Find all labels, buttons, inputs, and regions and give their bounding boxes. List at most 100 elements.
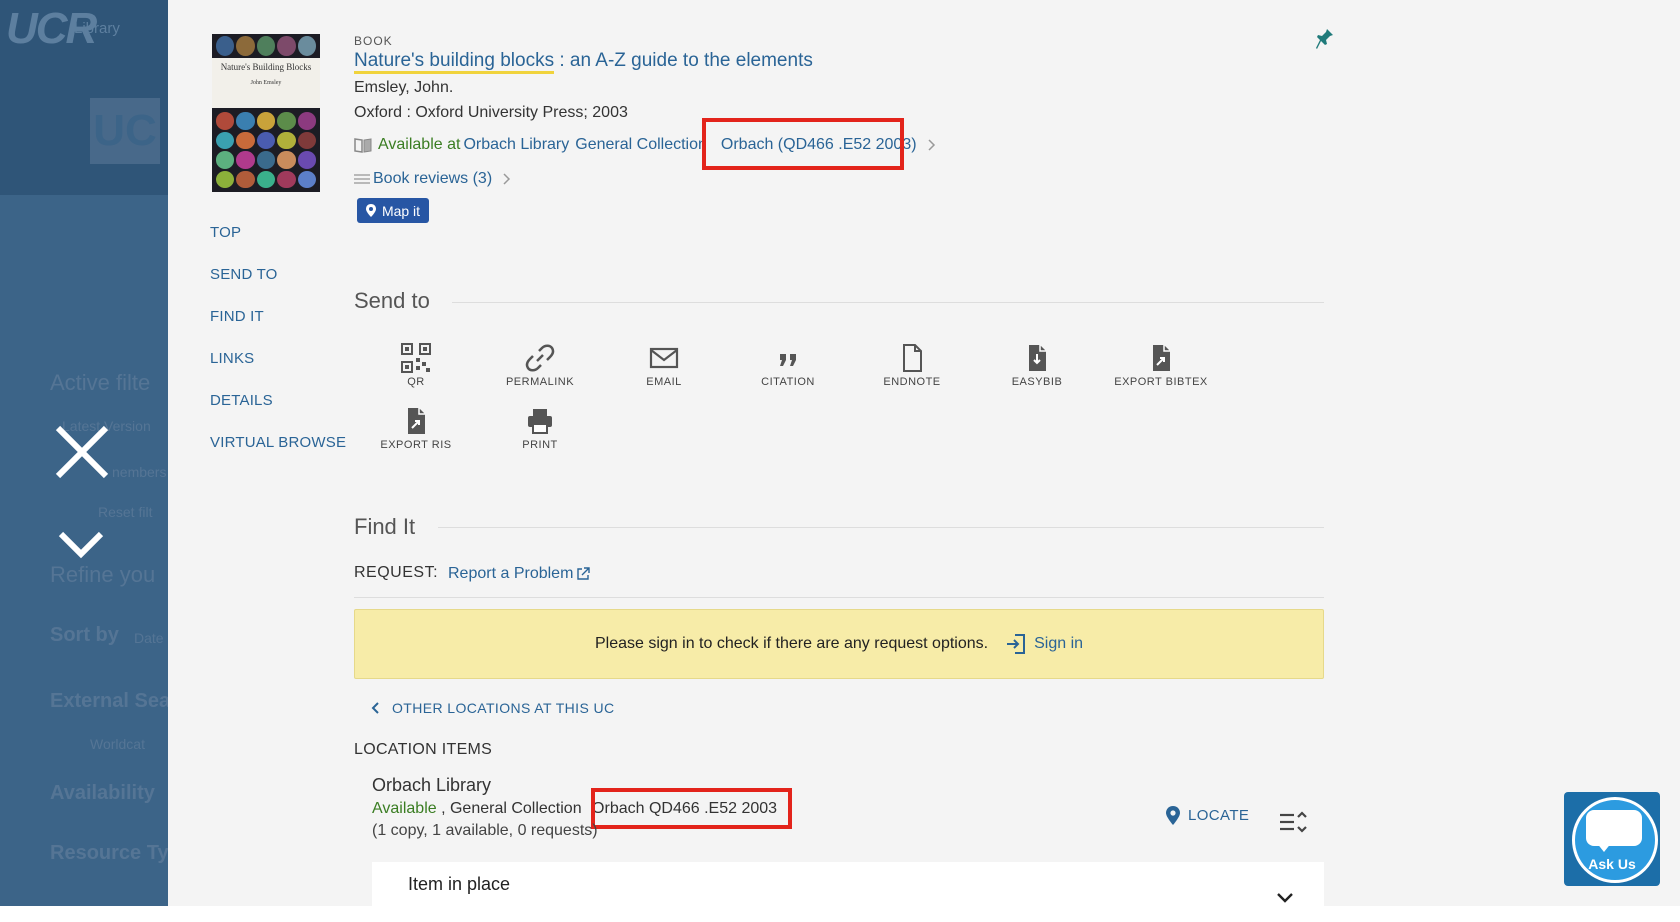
map-pin-icon — [1166, 806, 1180, 825]
quote-icon — [780, 354, 796, 366]
report-problem-label: Report a Problem — [448, 565, 574, 582]
record-author: Emsley, John. — [354, 79, 454, 96]
record-title[interactable]: Nature's building blocks : an A-Z guide … — [354, 50, 813, 74]
book-icon — [354, 138, 372, 153]
pin-record-icon[interactable] — [1316, 28, 1334, 50]
record-publisher: Oxford : Oxford University Press; 2003 — [354, 104, 628, 121]
sign-in-notice: Please sign in to check if there are any… — [354, 609, 1324, 679]
send-export-bibtex-label: EXPORT BIBTEX — [1114, 376, 1208, 388]
nav-send-to[interactable]: SEND TO — [210, 266, 346, 283]
sign-in-icon — [1007, 634, 1026, 654]
chat-bubble-tail — [1596, 842, 1612, 852]
sign-in-link[interactable]: Sign in — [1006, 633, 1083, 655]
send-easybib-label: EASYBIB — [1011, 376, 1063, 388]
email-icon — [649, 347, 679, 369]
map-pin-icon — [365, 204, 376, 217]
send-permalink-button[interactable]: PERMALINK — [485, 342, 595, 388]
location-call-number-highlight-box — [591, 788, 792, 829]
resource-type-label: BOOK — [354, 34, 393, 48]
availability-location[interactable]: Orbach Library — [463, 136, 569, 154]
availability-status: Available at — [378, 136, 461, 153]
locate-label: LOCATE — [1188, 807, 1250, 824]
chat-bubble-icon — [1586, 810, 1642, 846]
location-copies-summary: (1 copy, 1 available, 0 requests) — [372, 822, 598, 839]
send-permalink-label: PERMALINK — [505, 376, 575, 388]
external-search-heading: External Sea — [50, 690, 168, 712]
send-citation-label: CITATION — [761, 376, 815, 388]
sort-by-label: Sort by — [50, 624, 119, 646]
send-to-divider — [452, 302, 1324, 303]
ask-us-chat-button[interactable]: Ask Us — [1564, 792, 1660, 886]
ask-us-label: Ask Us — [1588, 856, 1636, 872]
reset-filters: Reset filt — [98, 504, 153, 520]
chevron-down-icon[interactable] — [58, 528, 104, 560]
availability-collection[interactable]: General Collection — [575, 136, 707, 154]
chevron-down-icon[interactable] — [1276, 892, 1294, 904]
external-link-icon — [577, 567, 591, 580]
locate-button[interactable]: LOCATE — [1166, 806, 1249, 825]
item-status: Item in place — [408, 874, 511, 894]
send-print-button[interactable]: PRINT — [485, 405, 595, 451]
nav-details[interactable]: DETAILS — [210, 392, 346, 409]
uc-shield-logo: UC — [90, 98, 160, 164]
send-export-bibtex-button[interactable]: EXPORT BIBTEX — [1106, 342, 1216, 388]
refine-heading: Refine you — [50, 562, 156, 587]
request-divider — [354, 597, 1324, 598]
document-icon — [903, 344, 922, 372]
map-it-button[interactable]: Map it — [357, 198, 429, 223]
cover-title: Nature's Building Blocks John Emsley — [220, 62, 312, 86]
cover-element-pattern — [216, 112, 316, 188]
book-cover-thumbnail[interactable]: Nature's Building Blocks John Emsley — [212, 34, 320, 192]
book-reviews-link[interactable]: Book reviews (3) — [354, 170, 512, 188]
sort-by-value: Date — [134, 630, 164, 646]
send-easybib-button[interactable]: EASYBIB — [982, 342, 1092, 388]
printer-icon — [528, 409, 552, 434]
list-icon — [354, 174, 370, 184]
send-endnote-button[interactable]: ENDNOTE — [857, 342, 967, 388]
export-icon — [1153, 345, 1170, 371]
send-citation-button[interactable]: CITATION — [733, 342, 843, 388]
expand-items-icon[interactable] — [1278, 808, 1308, 836]
find-it-divider — [438, 527, 1324, 528]
availability-heading: Availability — [50, 782, 155, 804]
title-main[interactable]: Nature's building blocks — [354, 50, 555, 74]
send-email-button[interactable]: EMAIL — [609, 342, 719, 388]
other-locations-link[interactable]: OTHER LOCATIONS AT THIS UC — [370, 700, 615, 716]
nav-find-it[interactable]: FIND IT — [210, 308, 346, 325]
easybib-icon — [1029, 345, 1046, 371]
active-filters-heading: Active filte — [50, 370, 151, 395]
chevron-right-icon — [503, 173, 511, 185]
resource-type-heading: Resource Ty — [50, 842, 168, 864]
library-label: Library — [74, 20, 120, 37]
location-collection: , General Collection — [436, 800, 587, 817]
link-icon — [525, 344, 555, 372]
location-availability: Available — [372, 800, 437, 817]
title-subtitle[interactable]: : an A-Z guide to the elements — [554, 50, 813, 71]
find-it-heading: Find It — [354, 514, 416, 539]
chevron-left-icon — [371, 702, 379, 714]
send-qr-label: QR — [407, 376, 425, 388]
nav-virtual-browse[interactable]: VIRTUAL BROWSE — [210, 434, 346, 451]
chevron-right-icon[interactable] — [927, 138, 937, 152]
qr-icon — [401, 343, 431, 373]
sign-in-label: Sign in — [1034, 635, 1084, 652]
send-print-label: PRINT — [522, 439, 558, 451]
close-icon[interactable] — [54, 424, 110, 480]
filter-members: nembers — [112, 464, 167, 480]
nav-top[interactable]: TOP — [210, 224, 346, 241]
send-export-ris-label: EXPORT RIS — [380, 439, 452, 451]
report-problem-link[interactable]: Report a Problem — [448, 565, 591, 583]
export-icon — [408, 408, 425, 434]
nav-links[interactable]: LINKS — [210, 350, 346, 367]
book-reviews-label[interactable]: Book reviews (3) — [373, 170, 492, 188]
location-library-name: Orbach Library — [372, 775, 492, 795]
send-email-label: EMAIL — [646, 376, 682, 388]
send-export-ris-button[interactable]: EXPORT RIS — [361, 405, 471, 451]
record-section-nav: TOP SEND TO FIND IT LINKS DETAILS VIRTUA… — [210, 224, 346, 476]
location-items-heading: LOCATION ITEMS — [354, 741, 493, 758]
send-qr-button[interactable]: QR — [361, 342, 471, 388]
map-it-label: Map it — [381, 202, 421, 219]
item-card[interactable]: Item in place — [372, 862, 1324, 922]
other-locations-label: OTHER LOCATIONS AT THIS UC — [392, 700, 615, 716]
cover-top-pattern — [216, 36, 316, 56]
